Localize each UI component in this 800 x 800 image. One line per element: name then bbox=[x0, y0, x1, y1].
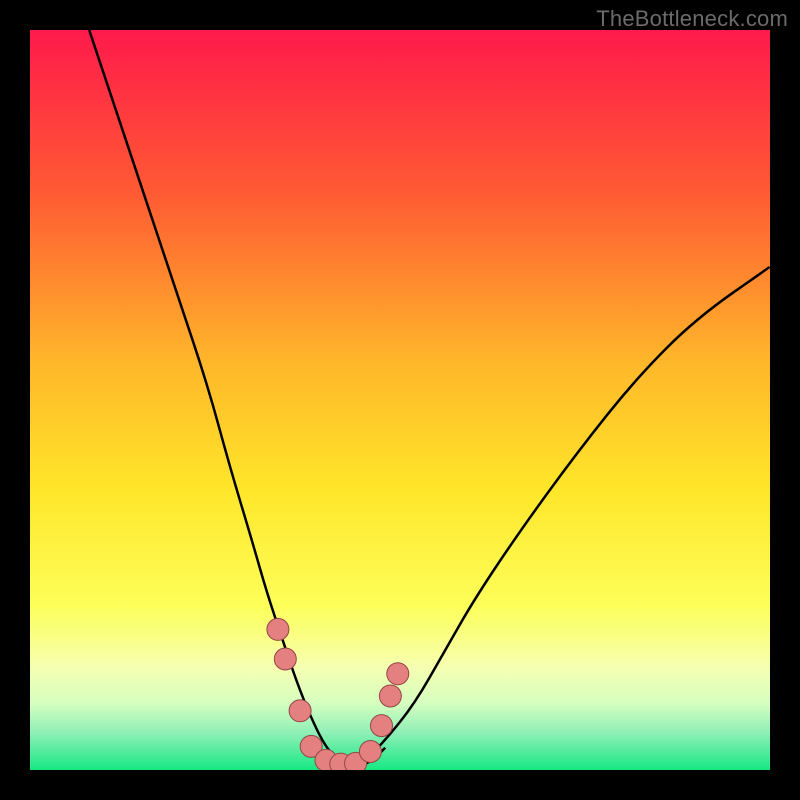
data-marker bbox=[379, 685, 401, 707]
plot-area bbox=[30, 30, 770, 770]
chart-frame: TheBottleneck.com bbox=[0, 0, 800, 800]
data-marker bbox=[359, 741, 381, 763]
data-marker bbox=[289, 700, 311, 722]
data-marker bbox=[274, 648, 296, 670]
data-marker bbox=[387, 663, 409, 685]
data-marker bbox=[371, 715, 393, 737]
watermark-text: TheBottleneck.com bbox=[596, 6, 788, 32]
markers-layer bbox=[30, 30, 770, 770]
data-marker bbox=[267, 618, 289, 640]
